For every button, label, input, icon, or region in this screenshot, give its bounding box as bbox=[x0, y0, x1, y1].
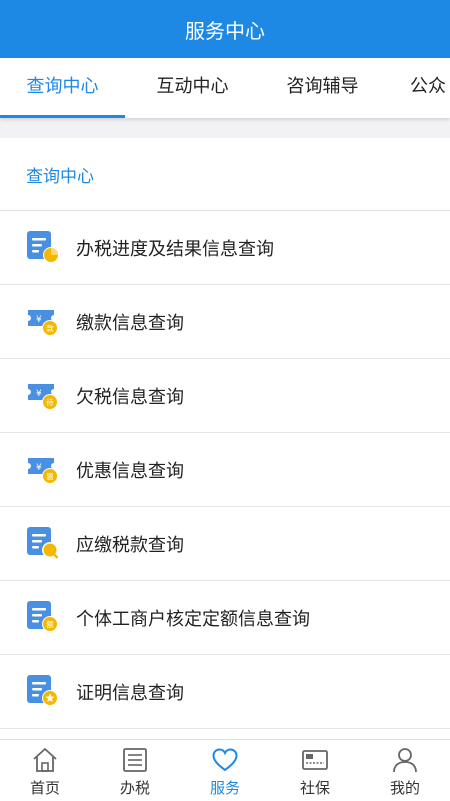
list-item[interactable]: ¥ 待 欠税信息查询 bbox=[0, 359, 450, 433]
query-list: 办税进度及结果信息查询 ¥ 款 缴款信息查询 ¥ 待 欠税信息查询 ¥ 惠 优惠… bbox=[0, 211, 450, 739]
document-certificate-icon bbox=[27, 675, 58, 706]
list-item[interactable]: 证明信息查询 bbox=[0, 655, 450, 729]
nav-label: 社保 bbox=[299, 779, 330, 797]
list-item-label: 应缴税款查询 bbox=[76, 535, 184, 556]
document-quota-icon: 额 bbox=[27, 601, 58, 632]
document-progress-icon bbox=[27, 231, 59, 263]
svg-text:¥: ¥ bbox=[36, 389, 42, 399]
section-title: 查询中心 bbox=[26, 167, 94, 187]
tab-interaction-center[interactable]: 互动中心 bbox=[130, 58, 255, 118]
nav-label: 服务 bbox=[209, 779, 240, 797]
tab-public[interactable]: 公众 bbox=[410, 58, 450, 118]
svg-text:¥: ¥ bbox=[36, 463, 42, 473]
bottom-nav: 首页 办税 服务 社保 我的 bbox=[0, 739, 450, 801]
document-search-icon bbox=[27, 527, 59, 559]
section-header: 查询中心 bbox=[0, 138, 450, 211]
svg-text:惠: 惠 bbox=[46, 471, 54, 481]
nav-tax[interactable]: 办税 bbox=[90, 740, 180, 801]
svg-text:款: 款 bbox=[46, 323, 54, 333]
nav-mine[interactable]: 我的 bbox=[360, 740, 450, 801]
nav-label: 我的 bbox=[389, 779, 420, 797]
tab-query-center[interactable]: 查询中心 bbox=[0, 58, 125, 118]
list-item[interactable]: 应缴税款查询 bbox=[0, 507, 450, 581]
tab-indicator bbox=[0, 115, 125, 118]
home-icon bbox=[33, 748, 57, 772]
list-item-label: 缴款信息查询 bbox=[76, 313, 184, 334]
nav-label: 首页 bbox=[29, 779, 60, 797]
ticket-overdue-icon: ¥ 待 bbox=[28, 384, 58, 410]
list-item-label: 个体工商户核定定额信息查询 bbox=[76, 609, 310, 630]
nav-label: 办税 bbox=[119, 779, 150, 797]
app-header: 服务中心 bbox=[0, 0, 450, 58]
nav-service[interactable]: 服务 bbox=[180, 740, 270, 801]
card-icon bbox=[302, 750, 328, 770]
list-item-label: 优惠信息查询 bbox=[76, 461, 184, 482]
list-item-label: 欠税信息查询 bbox=[76, 387, 184, 408]
user-icon bbox=[393, 748, 417, 773]
svg-text:额: 额 bbox=[46, 619, 54, 629]
list-item[interactable]: 额 个体工商户核定定额信息查询 bbox=[0, 581, 450, 655]
list-item[interactable]: 办税进度及结果信息查询 bbox=[0, 211, 450, 285]
tab-bar: 查询中心 互动中心 咨询辅导 公众 bbox=[0, 58, 450, 118]
list-item[interactable]: ¥ 款 缴款信息查询 bbox=[0, 285, 450, 359]
list-icon bbox=[123, 748, 147, 772]
svg-text:¥: ¥ bbox=[36, 315, 42, 325]
nav-social-security[interactable]: 社保 bbox=[270, 740, 360, 801]
ticket-discount-icon: ¥ 惠 bbox=[28, 458, 58, 484]
list-item-label: 证明信息查询 bbox=[76, 683, 184, 704]
list-item-label: 办税进度及结果信息查询 bbox=[76, 239, 274, 260]
heart-icon bbox=[212, 748, 238, 772]
list-item[interactable]: ¥ 惠 优惠信息查询 bbox=[0, 433, 450, 507]
tab-consult-guidance[interactable]: 咨询辅导 bbox=[260, 58, 385, 118]
page-title: 服务中心 bbox=[185, 18, 265, 43]
svg-text:待: 待 bbox=[46, 397, 54, 407]
nav-home[interactable]: 首页 bbox=[0, 740, 90, 801]
ticket-payment-icon: ¥ 款 bbox=[28, 310, 58, 336]
